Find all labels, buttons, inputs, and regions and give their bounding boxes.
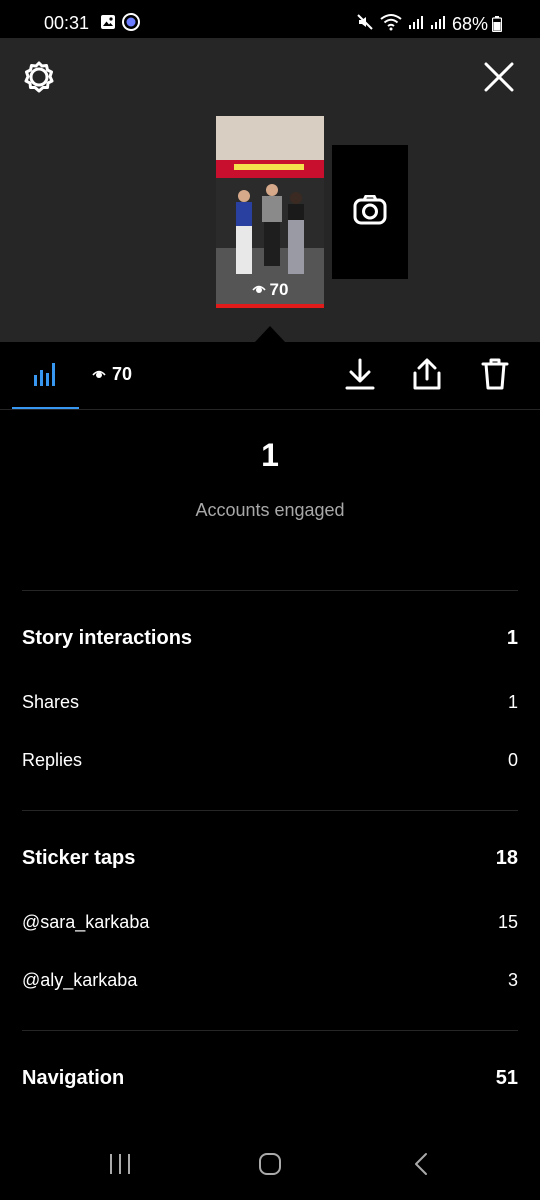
eye-icon: [92, 364, 106, 385]
download-button[interactable]: [343, 358, 377, 395]
story-progress-line: [216, 304, 324, 308]
sticker-mention-value: 3: [507, 970, 518, 990]
sticker-mention-label: @sara_karkaba: [22, 912, 150, 932]
tab-viewers[interactable]: 70: [92, 364, 132, 385]
selected-story-pointer: [255, 326, 285, 342]
mute-icon: [356, 13, 374, 36]
replies-value: 0: [507, 750, 518, 770]
sticker-taps-label: Sticker taps: [22, 847, 136, 869]
battery-percent: 68%: [451, 14, 488, 34]
accounts-engaged-label: Accounts engaged: [195, 500, 345, 520]
sticker-taps-value: 18: [495, 847, 518, 869]
battery-icon: [491, 16, 503, 37]
gallery-icon: [100, 14, 116, 35]
status-time: 00:31: [44, 13, 90, 33]
download-icon: [345, 358, 375, 395]
story-thumbnail[interactable]: 70: [216, 116, 324, 308]
thumbnail-view-count-text: 70: [269, 280, 289, 299]
shares-row: Shares 1: [22, 692, 518, 713]
story-interactions-label: Story interactions: [22, 627, 193, 649]
sticker-row-aly[interactable]: @aly_karkaba 3: [22, 970, 518, 991]
divider: [22, 810, 518, 811]
back-button[interactable]: [402, 1150, 442, 1182]
signal-icon: [430, 14, 446, 35]
share-button[interactable]: [410, 358, 444, 395]
system-nav-bar: [0, 1130, 540, 1200]
home-icon: [258, 1152, 282, 1181]
back-icon: [410, 1152, 434, 1181]
settings-gear-icon[interactable]: [22, 60, 56, 94]
recent-apps-icon: [108, 1152, 132, 1181]
sticker-mention-label: @aly_karkaba: [22, 970, 138, 990]
delete-button[interactable]: [478, 358, 512, 395]
thumbnail-view-count: 70: [216, 280, 324, 300]
trash-icon: [481, 358, 509, 395]
bar-chart-icon: [33, 361, 59, 392]
sticker-taps-header: Sticker taps 18: [22, 847, 518, 870]
camera-icon: [353, 194, 387, 230]
story-preview-area: 70: [0, 38, 540, 342]
share-icon: [412, 358, 442, 395]
divider: [22, 1030, 518, 1031]
tab-insights-underline: [12, 407, 79, 409]
signal-icon: [408, 14, 424, 35]
sticker-row-sara[interactable]: @sara_karkaba 15: [22, 912, 518, 933]
replies-row: Replies 0: [22, 750, 518, 771]
shares-label: Shares: [22, 692, 80, 712]
add-story-camera-tile[interactable]: [332, 145, 408, 279]
navigation-value: 51: [495, 1067, 518, 1089]
eye-icon: [251, 280, 266, 300]
wifi-icon: [380, 13, 402, 36]
close-icon[interactable]: [482, 60, 516, 94]
viewers-count: 70: [112, 364, 133, 384]
accounts-engaged-value: 1: [261, 437, 279, 473]
sticker-mention-value: 15: [497, 912, 518, 932]
app-badge-icon: [122, 13, 140, 36]
navigation-label: Navigation: [22, 1067, 125, 1089]
replies-label: Replies: [22, 750, 83, 770]
shares-value: 1: [507, 692, 518, 712]
story-interactions-header: Story interactions 1: [22, 627, 518, 650]
recent-apps-button[interactable]: [100, 1150, 140, 1182]
divider: [22, 590, 518, 591]
insights-toolbar: 70: [0, 342, 540, 410]
navigation-header: Navigation 51: [22, 1067, 518, 1090]
tab-insights[interactable]: [12, 342, 79, 410]
home-button[interactable]: [250, 1150, 290, 1182]
story-interactions-value: 1: [506, 627, 518, 649]
